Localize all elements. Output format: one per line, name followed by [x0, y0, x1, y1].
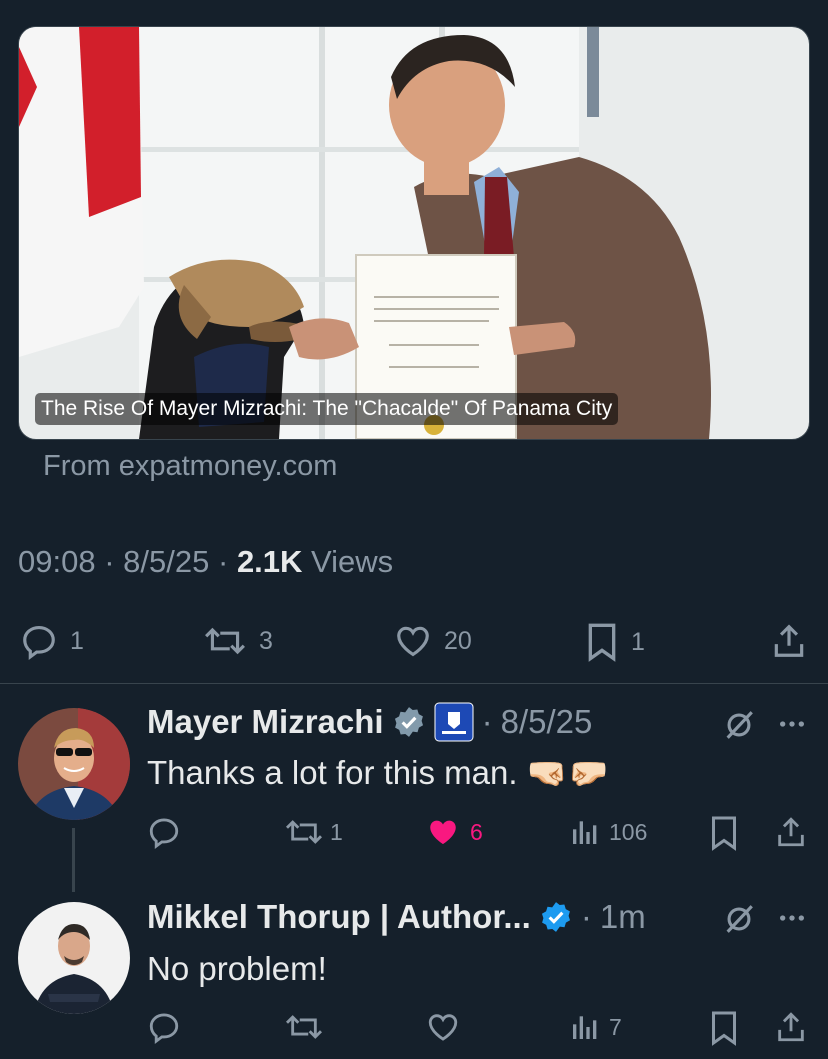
- bookmark-icon: [712, 816, 736, 851]
- reply-button[interactable]: [147, 1010, 181, 1044]
- more-options-button[interactable]: [776, 902, 808, 939]
- share-icon: [778, 817, 804, 847]
- reply-date[interactable]: 8/5/25: [501, 703, 593, 741]
- bookmark-icon: [588, 623, 616, 662]
- heart-icon: [428, 1014, 458, 1041]
- heart-filled-icon: [430, 820, 456, 845]
- repost-icon: [205, 627, 245, 655]
- reply-button[interactable]: 1: [20, 622, 84, 660]
- views-label: Views: [311, 544, 394, 579]
- share-button[interactable]: [774, 815, 808, 849]
- heart-icon: [397, 626, 429, 657]
- grok-icon: [726, 711, 753, 739]
- grok-button[interactable]: [722, 902, 756, 941]
- like-count: 6: [470, 818, 483, 845]
- share-icon: [774, 624, 804, 657]
- repost-count: 1: [330, 818, 343, 845]
- post-time[interactable]: 09:08: [18, 544, 96, 579]
- bookmark-button[interactable]: 1: [585, 622, 645, 662]
- repost-button[interactable]: 1: [284, 815, 343, 849]
- reply-icon: [23, 625, 55, 660]
- reply-icon: [149, 1013, 179, 1044]
- avatar[interactable]: [18, 708, 130, 820]
- author-name[interactable]: Mayer Mizrachi: [147, 703, 384, 741]
- article-photo: [19, 27, 809, 439]
- repost-icon: [285, 1015, 323, 1039]
- reply-text: No problem!: [147, 950, 327, 987]
- author-name[interactable]: Mikkel Thorup | Author...: [147, 898, 531, 936]
- meta-separator: ·: [104, 544, 115, 579]
- more-icon: [780, 915, 804, 921]
- reply-text: Thanks a lot for this man. 🤜🏻🤛🏻: [147, 754, 609, 791]
- bookmark-button[interactable]: [709, 1010, 739, 1046]
- reply-date[interactable]: 1m: [600, 898, 646, 936]
- analytics-icon: [573, 1016, 597, 1039]
- grok-icon: [726, 905, 753, 933]
- reply-button[interactable]: [147, 815, 181, 849]
- repost-icon: [285, 820, 323, 844]
- analytics-icon: [573, 821, 597, 844]
- affiliate-badge-icon: [434, 702, 474, 742]
- post-date[interactable]: 8/5/25: [123, 544, 209, 579]
- like-button[interactable]: 20: [394, 622, 472, 660]
- views-count: 7: [609, 1013, 622, 1040]
- views-button[interactable]: 7: [569, 1010, 622, 1044]
- more-icon: [780, 721, 804, 727]
- post-meta: 09:08 · 8/5/25 · 2.1K Views: [18, 544, 393, 580]
- avatar-image: [18, 902, 130, 1014]
- avatar[interactable]: [18, 902, 130, 1014]
- verified-badge-gray-icon: [394, 707, 423, 737]
- reply-count: 1: [70, 626, 84, 655]
- like-button[interactable]: 6: [426, 815, 483, 849]
- repost-button[interactable]: 3: [203, 622, 273, 660]
- share-button[interactable]: [770, 622, 808, 660]
- more-options-button[interactable]: [776, 708, 808, 745]
- avatar-image: [18, 708, 130, 820]
- views-count: 106: [609, 818, 648, 845]
- divider: [0, 683, 828, 684]
- share-icon: [778, 1012, 804, 1042]
- views-button[interactable]: 106: [569, 815, 647, 849]
- meta-separator: ·: [481, 703, 493, 740]
- like-count: 20: [444, 626, 472, 655]
- reply-header: Mayer Mizrachi · 8/5/25: [147, 702, 592, 742]
- link-card[interactable]: The Rise Of Mayer Mizrachi: The "Chacald…: [18, 26, 810, 440]
- views-count: 2.1K: [236, 544, 303, 579]
- bookmark-button[interactable]: [709, 815, 739, 851]
- bookmark-icon: [712, 1011, 736, 1046]
- card-source-link[interactable]: From expatmoney.com: [43, 450, 337, 483]
- bookmark-count: 1: [631, 627, 645, 656]
- meta-separator: ·: [580, 898, 592, 935]
- repost-button[interactable]: [284, 1010, 330, 1044]
- repost-count: 3: [259, 626, 273, 655]
- thread-connector: [72, 828, 75, 892]
- like-button[interactable]: [426, 1010, 470, 1044]
- verified-badge-icon: [541, 902, 570, 932]
- reply-icon: [149, 818, 179, 849]
- reply-header: Mikkel Thorup | Author... · 1m: [147, 898, 646, 936]
- share-button[interactable]: [774, 1010, 808, 1044]
- grok-button[interactable]: [722, 708, 756, 747]
- meta-separator: ·: [217, 544, 229, 579]
- card-caption: The Rise Of Mayer Mizrachi: The "Chacald…: [35, 393, 619, 425]
